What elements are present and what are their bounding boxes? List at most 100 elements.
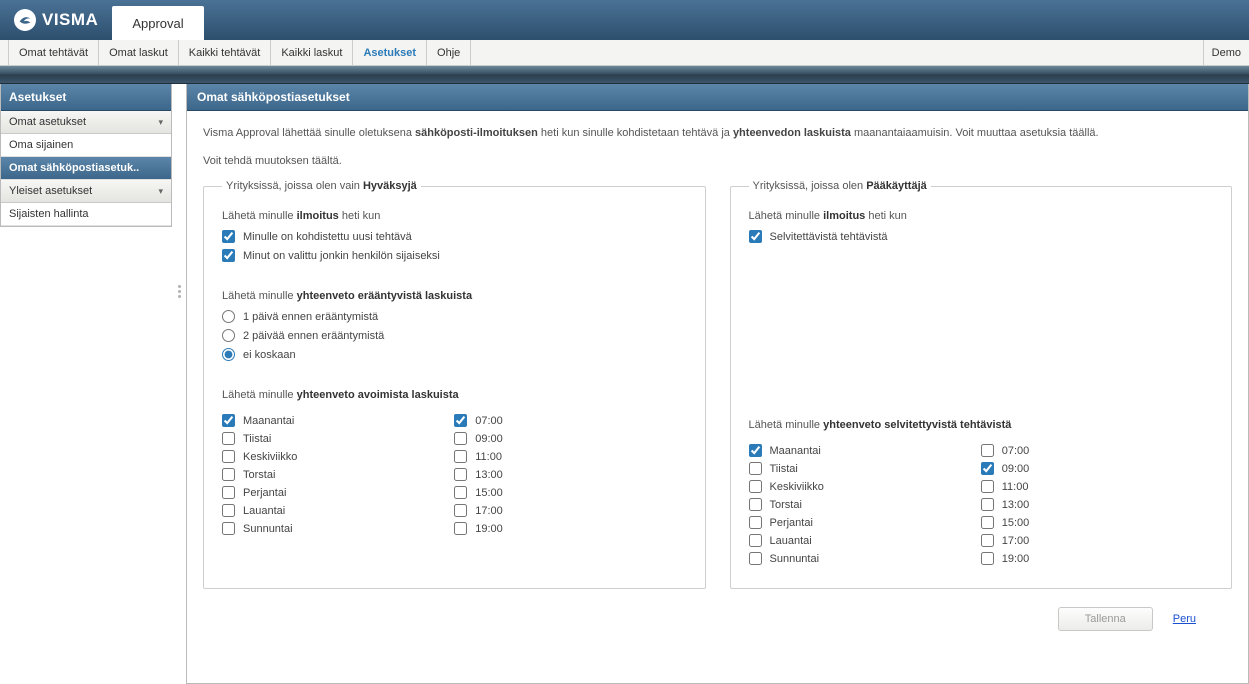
left-day-checkbox[interactable]	[222, 522, 235, 535]
footer-actions: Tallenna Peru	[203, 589, 1232, 639]
left-day-label: Torstai	[243, 469, 275, 481]
left-time-checkbox[interactable]	[454, 468, 467, 481]
cancel-link[interactable]: Peru	[1173, 613, 1196, 625]
sidebar-group-own-settings[interactable]: Omat asetukset ▾	[1, 111, 171, 134]
app-header: VISMA Approval	[0, 0, 1249, 40]
left-day-row[interactable]: Tiistai	[222, 432, 454, 445]
right-time-row[interactable]: 11:00	[981, 480, 1213, 493]
right-time-row[interactable]: 09:00	[981, 462, 1213, 475]
chevron-down-icon: ▾	[158, 186, 163, 197]
right-day-checkbox[interactable]	[749, 552, 762, 565]
right-time-row[interactable]: 07:00	[981, 444, 1213, 457]
left-day-checkbox[interactable]	[222, 504, 235, 517]
left-day-row[interactable]: Maanantai	[222, 414, 454, 427]
left-time-row[interactable]: 11:00	[454, 450, 686, 463]
radio-never[interactable]: ei koskaan	[222, 348, 687, 361]
left-day-row[interactable]: Torstai	[222, 468, 454, 481]
right-day-checkbox[interactable]	[749, 516, 762, 529]
left-time-checkbox[interactable]	[454, 522, 467, 535]
right-day-row[interactable]: Perjantai	[749, 516, 981, 529]
right-time-label: 09:00	[1002, 463, 1030, 475]
resize-handle[interactable]	[172, 84, 186, 299]
right-time-row[interactable]: 13:00	[981, 498, 1213, 511]
left-day-row[interactable]: Lauantai	[222, 504, 454, 517]
sidebar-item-oma-sijainen[interactable]: Oma sijainen	[1, 134, 171, 157]
left-day-checkbox[interactable]	[222, 450, 235, 463]
radio-never-input[interactable]	[222, 348, 235, 361]
right-day-row[interactable]: Keskiviikko	[749, 480, 981, 493]
checkbox-investigate[interactable]: Selvitettävistä tehtävistä	[749, 230, 1214, 243]
nav-ohje[interactable]: Ohje	[427, 40, 471, 65]
panel-approver-legend: Yrityksissä, joissa olen vain Hyväksyjä	[222, 180, 421, 192]
left-time-checkbox[interactable]	[454, 504, 467, 517]
sidebar-group-general-settings[interactable]: Yleiset asetukset ▾	[1, 180, 171, 203]
left-day-row[interactable]: Sunnuntai	[222, 522, 454, 535]
right-time-row[interactable]: 15:00	[981, 516, 1213, 529]
right-time-row[interactable]: 17:00	[981, 534, 1213, 547]
left-day-checkbox[interactable]	[222, 414, 235, 427]
save-button[interactable]: Tallenna	[1058, 607, 1153, 631]
right-day-row[interactable]: Torstai	[749, 498, 981, 511]
right-time-checkbox[interactable]	[981, 444, 994, 457]
checkbox-investigate-input[interactable]	[749, 230, 762, 243]
right-time-label: 07:00	[1002, 445, 1030, 457]
left-time-row[interactable]: 17:00	[454, 504, 686, 517]
right-day-row[interactable]: Maanantai	[749, 444, 981, 457]
sidebar-item-email-settings[interactable]: Omat sähköpostiasetuk..	[1, 157, 171, 180]
right-time-checkbox[interactable]	[981, 498, 994, 511]
left-day-row[interactable]: Perjantai	[222, 486, 454, 499]
right-day-checkbox[interactable]	[749, 444, 762, 457]
nav-asetukset[interactable]: Asetukset	[353, 40, 427, 65]
radio-1day-input[interactable]	[222, 310, 235, 323]
left-schedule-grid: Maanantai Tiistai Keskiviikko Torstai Perjan…	[222, 409, 687, 540]
nav-kaikki-tehtavat[interactable]: Kaikki tehtävät	[179, 40, 272, 65]
checkbox-new-task[interactable]: Minulle on kohdistettu uusi tehtävä	[222, 230, 687, 243]
left-time-row[interactable]: 15:00	[454, 486, 686, 499]
left-time-row[interactable]: 07:00	[454, 414, 686, 427]
checkbox-substitute-input[interactable]	[222, 249, 235, 262]
left-day-checkbox[interactable]	[222, 468, 235, 481]
right-time-checkbox[interactable]	[981, 462, 994, 475]
checkbox-substitute[interactable]: Minut on valittu jonkin henkilön sijaise…	[222, 249, 687, 262]
right-time-checkbox[interactable]	[981, 480, 994, 493]
right-day-checkbox[interactable]	[749, 498, 762, 511]
right-time-checkbox[interactable]	[981, 552, 994, 565]
sidebar-item-substitute-mgmt[interactable]: Sijaisten hallinta	[1, 203, 171, 226]
left-time-checkbox[interactable]	[454, 450, 467, 463]
right-day-row[interactable]: Tiistai	[749, 462, 981, 475]
left-time-row[interactable]: 19:00	[454, 522, 686, 535]
nav-omat-laskut[interactable]: Omat laskut	[99, 40, 179, 65]
right-day-row[interactable]: Sunnuntai	[749, 552, 981, 565]
nav-kaikki-laskut[interactable]: Kaikki laskut	[271, 40, 353, 65]
radio-2day[interactable]: 2 päivää ennen erääntymistä	[222, 329, 687, 342]
right-section-summary: Lähetä minulle yhteenveto selvitettyvist…	[749, 419, 1214, 431]
radio-2day-input[interactable]	[222, 329, 235, 342]
left-day-row[interactable]: Keskiviikko	[222, 450, 454, 463]
radio-1day[interactable]: 1 päivä ennen erääntymistä	[222, 310, 687, 323]
right-day-checkbox[interactable]	[749, 480, 762, 493]
main-nav: Omat tehtävät Omat laskut Kaikki tehtävä…	[0, 40, 1249, 66]
left-time-checkbox[interactable]	[454, 432, 467, 445]
left-time-checkbox[interactable]	[454, 414, 467, 427]
left-time-row[interactable]: 13:00	[454, 468, 686, 481]
left-day-checkbox[interactable]	[222, 486, 235, 499]
right-day-checkbox[interactable]	[749, 534, 762, 547]
right-time-row[interactable]: 19:00	[981, 552, 1213, 565]
left-time-label: 15:00	[475, 487, 503, 499]
separator-bar	[0, 66, 1249, 84]
left-day-checkbox[interactable]	[222, 432, 235, 445]
right-time-checkbox[interactable]	[981, 516, 994, 529]
nav-right-demo[interactable]: Demo	[1203, 40, 1249, 65]
app-tab-label: Approval	[132, 16, 183, 31]
left-time-checkbox[interactable]	[454, 486, 467, 499]
app-tab-approval[interactable]: Approval	[112, 6, 203, 40]
nav-omat-tehtavat[interactable]: Omat tehtävät	[8, 40, 99, 65]
right-day-label: Keskiviikko	[770, 481, 824, 493]
right-time-checkbox[interactable]	[981, 534, 994, 547]
checkbox-new-task-input[interactable]	[222, 230, 235, 243]
left-section-open: Lähetä minulle yhteenveto avoimista lask…	[222, 389, 687, 401]
panel-admin: Yrityksissä, joissa olen Pääkäyttäjä Läh…	[730, 180, 1233, 589]
right-day-checkbox[interactable]	[749, 462, 762, 475]
right-day-row[interactable]: Lauantai	[749, 534, 981, 547]
left-time-row[interactable]: 09:00	[454, 432, 686, 445]
